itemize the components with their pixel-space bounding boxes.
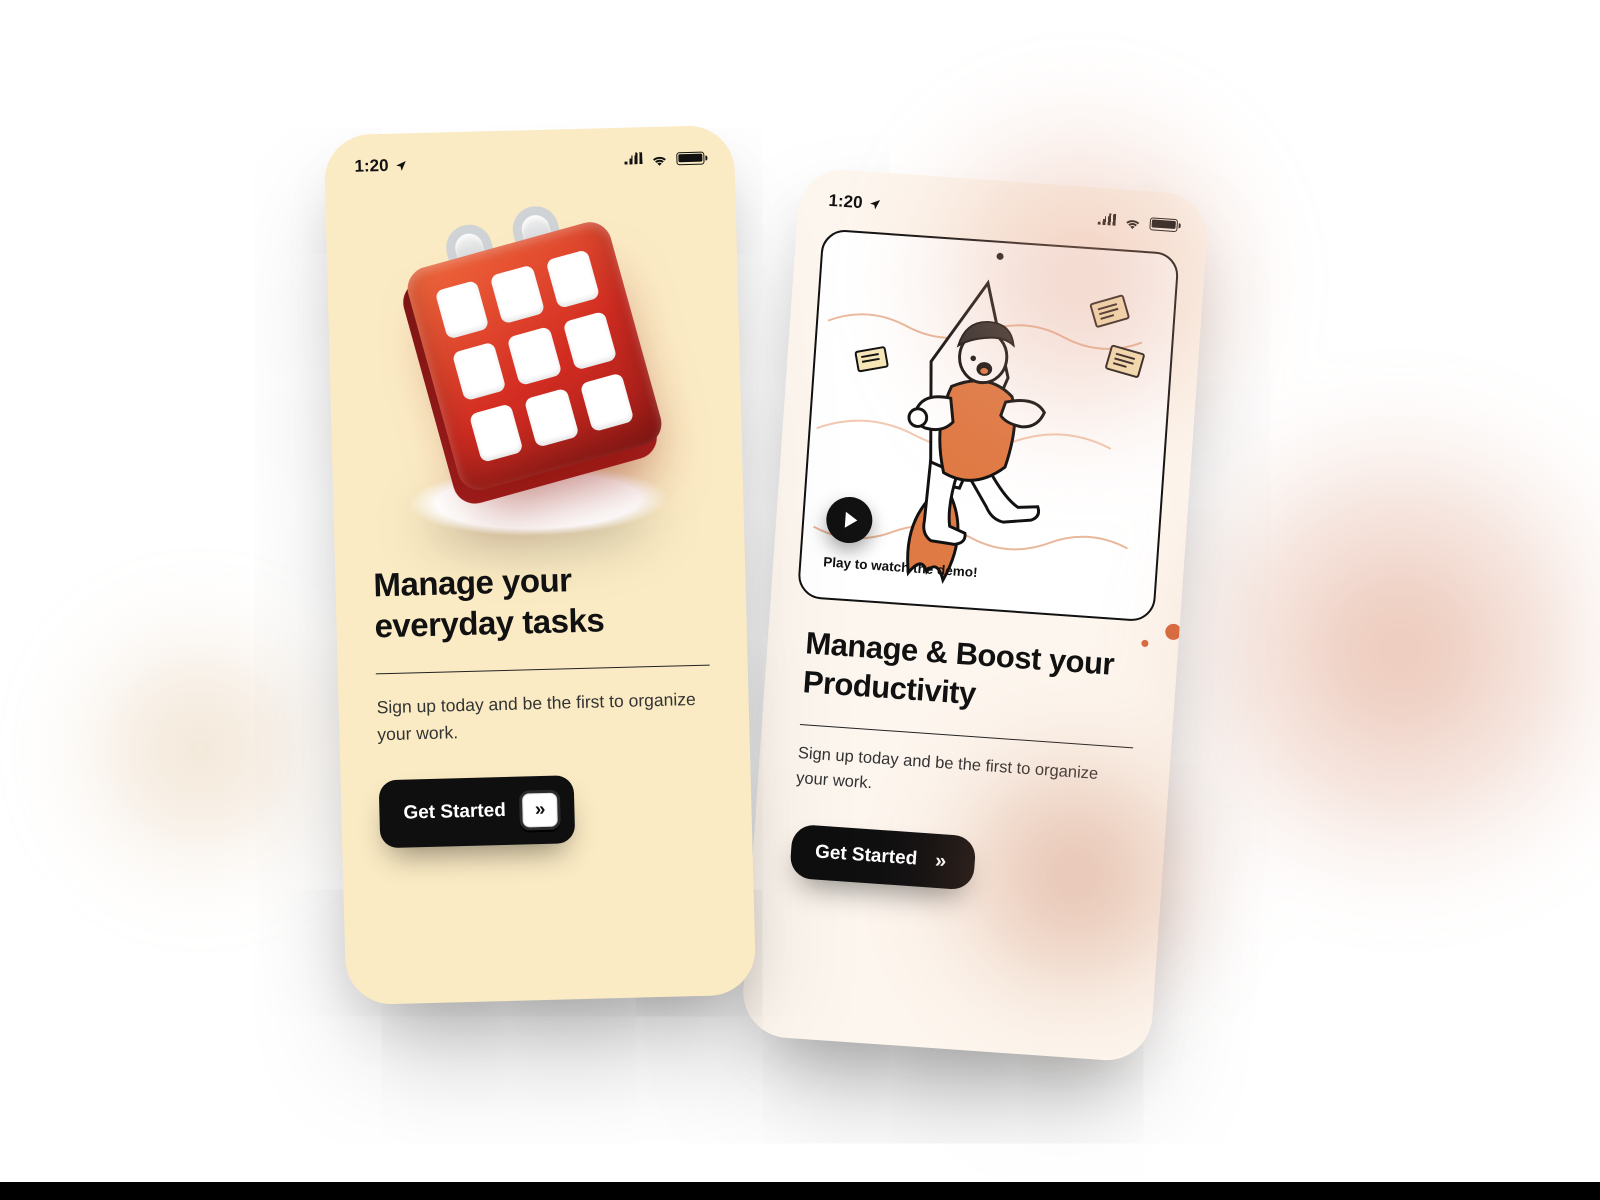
divider [800,724,1133,748]
wifi-icon [650,152,668,165]
accent-dot-icon [1165,623,1182,640]
cellular-signal-icon [1097,210,1116,231]
cellular-signal-icon [624,149,643,169]
calendar-hero-illustration [325,175,745,566]
wifi-icon [1123,215,1142,229]
demo-illustration-card: Play to watch the demo! [797,228,1180,622]
battery-icon [676,151,704,165]
rocket-character-illustration [799,231,1178,621]
status-time: 1:20 [354,156,389,177]
cta-label: Get Started [403,800,506,825]
calendar-icon [403,217,667,495]
chevron-right-icon: » [519,789,561,830]
screen-title: Manage & Boost your Productivity [802,624,1141,725]
card-camera-dot-icon [996,253,1003,260]
get-started-button[interactable]: Get Started » [789,823,976,890]
location-arrow-icon [868,197,882,211]
play-demo-button[interactable] [825,495,874,544]
screen-subtitle: Sign up today and be the first to organi… [376,685,711,748]
status-time: 1:20 [828,191,863,213]
status-bar: 1:20 [797,167,1209,245]
onboarding-screen-tasks: 1:20 [324,125,757,1005]
accent-dot-icon [1141,640,1148,647]
screen-title: Manage your everyday tasks [373,556,709,647]
location-arrow-icon [394,159,407,172]
demo-caption: Play to watch the demo! [823,554,978,580]
footer-band [0,1182,1600,1200]
battery-icon [1149,217,1178,232]
cta-label: Get Started [814,841,918,870]
onboarding-screen-productivity: 1:20 [740,167,1210,1063]
chevron-right-icon: » [931,850,951,871]
screen-subtitle: Sign up today and be the first to organi… [795,741,1132,815]
get-started-button[interactable]: Get Started » [379,775,576,848]
divider [376,664,710,674]
